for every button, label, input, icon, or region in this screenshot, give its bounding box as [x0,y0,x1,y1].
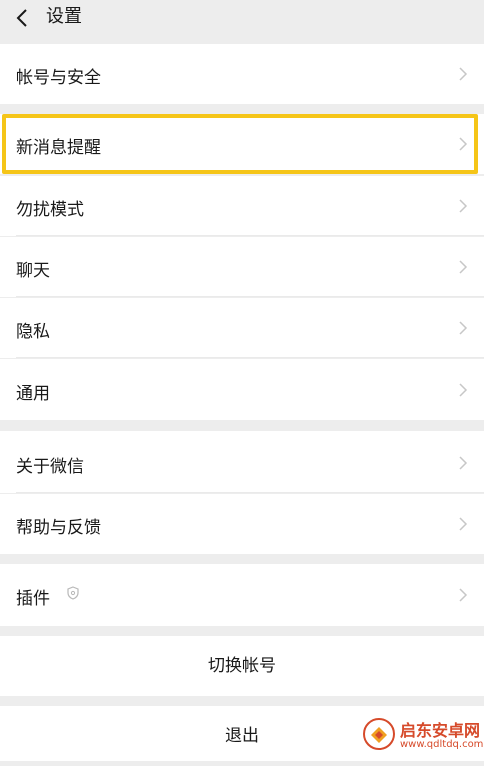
watermark: 启东安卓网 www.qdltdq.com [358,713,484,757]
settings-item-help-feedback[interactable]: 帮助与反馈 [0,494,484,554]
settings-item-label: 帮助与反馈 [16,518,101,538]
shield-badge-icon [67,586,79,600]
settings-item-label: 聊天 [16,261,50,281]
chevron-right-icon [459,260,468,274]
settings-item-label: 勿扰模式 [16,200,84,220]
watermark-logo-icon [363,718,395,750]
chevron-right-icon [459,199,468,213]
watermark-name: 启东安卓网 [400,721,481,740]
chevron-right-icon [459,588,468,602]
settings-item-general[interactable]: 通用 [0,359,484,420]
settings-item-about-wechat[interactable]: 关于微信 [0,431,484,493]
settings-item-label: 新消息提醒 [16,138,101,158]
chevron-right-icon [459,67,468,81]
chevron-right-icon [459,517,468,531]
chevron-right-icon [459,321,468,335]
chevron-right-icon [459,456,468,470]
divider [16,492,484,493]
settings-item-new-message-alerts[interactable]: 新消息提醒 [0,114,484,174]
watermark-url: www.qdltdq.com [400,739,484,750]
divider [16,235,484,236]
divider [16,357,484,358]
nav-bar: 设置 [0,0,484,40]
back-arrow-icon[interactable] [12,8,32,28]
settings-item-do-not-disturb[interactable]: 勿扰模式 [0,176,484,236]
settings-item-label: 插件 [16,589,50,609]
settings-item-label: 隐私 [16,322,50,342]
settings-item-label: 关于微信 [16,457,84,477]
chevron-right-icon [459,137,468,151]
settings-item-label: 通用 [16,384,50,404]
switch-account-button[interactable]: 切换帐号 [0,636,484,696]
divider [16,296,484,297]
settings-item-account-security[interactable]: 帐号与安全 [0,44,484,104]
settings-item-privacy[interactable]: 隐私 [0,298,484,358]
settings-item-chat[interactable]: 聊天 [0,237,484,297]
settings-item-label: 帐号与安全 [16,68,101,88]
chevron-right-icon [459,383,468,397]
page-title: 设置 [46,6,82,27]
